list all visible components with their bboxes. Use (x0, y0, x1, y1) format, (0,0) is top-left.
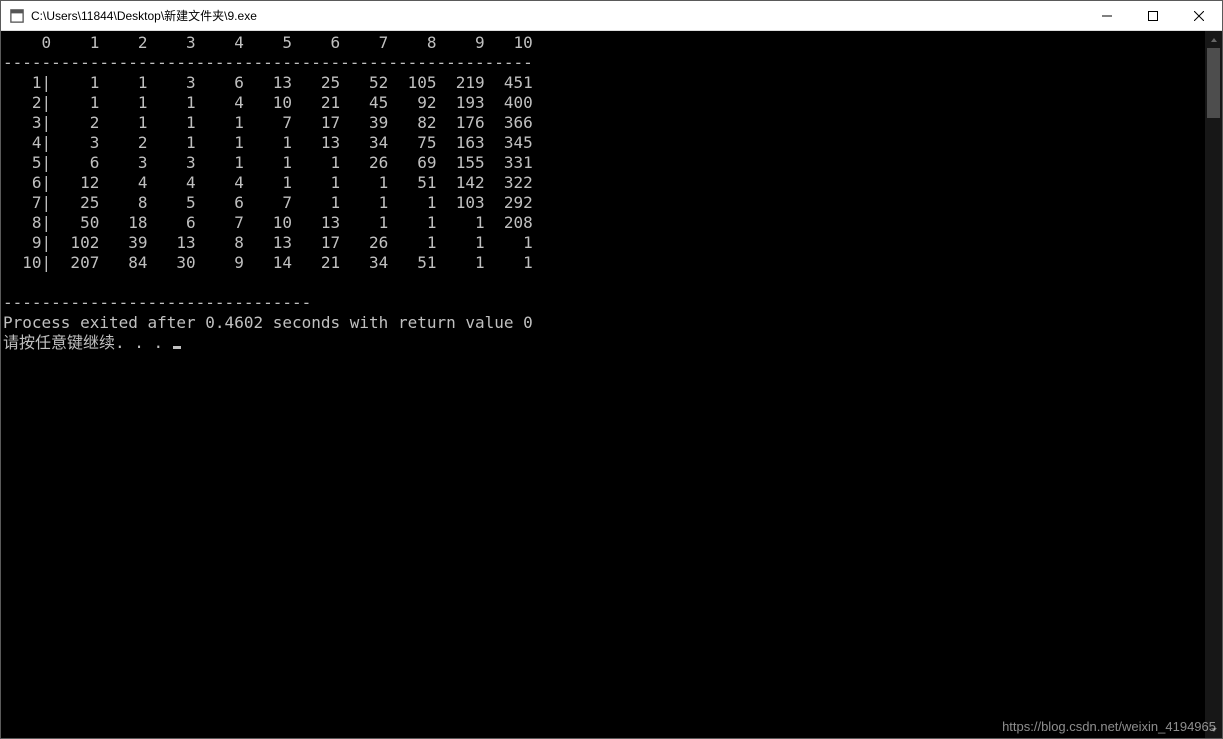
scroll-down-button[interactable] (1205, 721, 1222, 738)
app-icon (9, 8, 25, 24)
separator-line: -------------------------------- (3, 293, 311, 312)
cursor (173, 346, 181, 349)
window-controls (1084, 1, 1222, 30)
watermark-text: https://blog.csdn.net/weixin_4194965 (1002, 719, 1216, 734)
table-row: 5| 6 3 3 1 1 1 26 69 155 331 (3, 153, 533, 172)
table-header-row: 0 1 2 3 4 5 6 7 8 9 10 (3, 33, 533, 52)
titlebar: C:\Users\11844\Desktop\新建文件夹\9.exe (1, 1, 1222, 31)
vertical-scrollbar[interactable] (1205, 31, 1222, 738)
console-output: 0 1 2 3 4 5 6 7 8 9 10 -----------------… (1, 31, 1222, 353)
table-row: 7| 25 8 5 6 7 1 1 1 103 292 (3, 193, 533, 212)
window-title: C:\Users\11844\Desktop\新建文件夹\9.exe (31, 7, 1084, 24)
separator-line: ----------------------------------------… (3, 53, 533, 72)
maximize-button[interactable] (1130, 1, 1176, 30)
scroll-track[interactable] (1205, 48, 1222, 721)
close-button[interactable] (1176, 1, 1222, 30)
minimize-button[interactable] (1084, 1, 1130, 30)
table-row: 8| 50 18 6 7 10 13 1 1 1 208 (3, 213, 533, 232)
table-row: 4| 3 2 1 1 1 13 34 75 163 345 (3, 133, 533, 152)
scroll-up-button[interactable] (1205, 31, 1222, 48)
table-row: 9| 102 39 13 8 13 17 26 1 1 1 (3, 233, 533, 252)
table-row: 3| 2 1 1 1 7 17 39 82 176 366 (3, 113, 533, 132)
continue-prompt: 请按任意键继续. . . (3, 333, 173, 352)
console-area[interactable]: 0 1 2 3 4 5 6 7 8 9 10 -----------------… (1, 31, 1222, 738)
console-window: C:\Users\11844\Desktop\新建文件夹\9.exe 0 1 2… (0, 0, 1223, 739)
table-row: 6| 12 4 4 4 1 1 1 51 142 322 (3, 173, 533, 192)
scroll-thumb[interactable] (1207, 48, 1220, 118)
table-row: 10| 207 84 30 9 14 21 34 51 1 1 (3, 253, 533, 272)
table-row: 1| 1 1 3 6 13 25 52 105 219 451 (3, 73, 533, 92)
table-row: 2| 1 1 1 4 10 21 45 92 193 400 (3, 93, 533, 112)
exit-message: Process exited after 0.4602 seconds with… (3, 313, 533, 332)
